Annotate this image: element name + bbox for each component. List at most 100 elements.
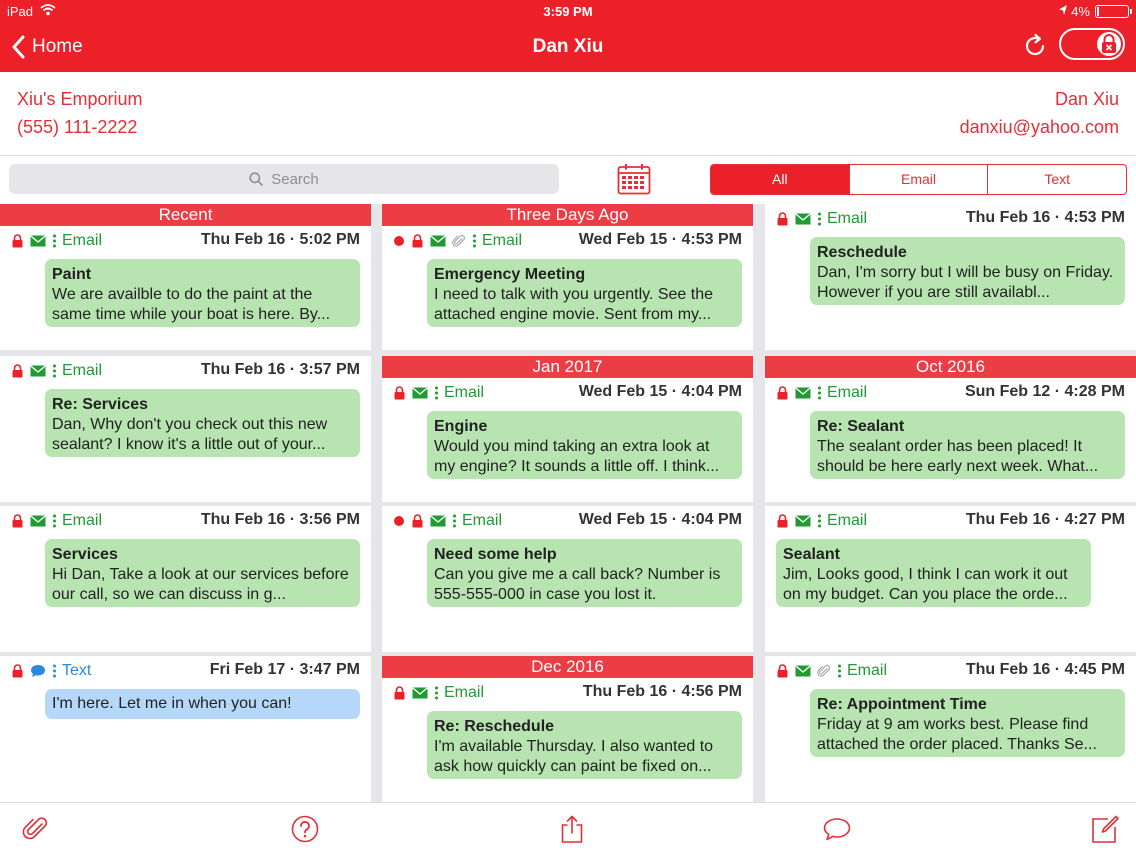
message-card[interactable]: Dec 2016 Email Thu Feb 16 · 4:56 PM Re: Res…	[382, 656, 753, 802]
bottom-toolbar	[0, 802, 1136, 852]
text-message-bubble[interactable]: I'm here. Let me in when you can!	[45, 689, 360, 719]
section-header: Jan 2017	[382, 356, 753, 378]
battery-percent: 4%	[1071, 4, 1090, 19]
paperclip-icon[interactable]	[22, 815, 50, 843]
lock-icon	[1102, 34, 1116, 53]
search-input[interactable]: Search	[9, 164, 559, 194]
lock-icon	[12, 514, 23, 528]
message-type-label: Email	[462, 512, 503, 529]
email-subject: Need some help	[434, 546, 557, 563]
message-meta: Email Wed Feb 15 · 4:04 PM	[382, 506, 753, 536]
message-type-label: Text	[62, 662, 92, 679]
lock-icon	[394, 686, 405, 700]
email-preview-bubble[interactable]: Need some help Can you give me a call bac…	[427, 539, 742, 607]
envelope-icon	[795, 213, 811, 225]
message-card[interactable]: Jan 2017 Email Wed Feb 15 · 4:04 PM Engine W…	[382, 356, 753, 502]
contact-phone[interactable]: (555) 111-2222	[17, 117, 137, 138]
paperclip-icon	[452, 234, 466, 247]
paperclip-icon	[817, 664, 831, 677]
envelope-icon	[795, 665, 811, 677]
section-header: Recent	[0, 204, 371, 226]
email-preview: Hi Dan, Take a look at our services befo…	[52, 566, 349, 603]
message-meta: Email Thu Feb 16 · 3:56 PM	[0, 506, 371, 536]
message-status-icons: Email	[776, 662, 887, 680]
filter-text-tab[interactable]: Text	[987, 165, 1126, 194]
help-icon[interactable]	[291, 815, 319, 843]
email-preview-bubble[interactable]: Reschedule Dan, I'm sorry but I will be b…	[810, 237, 1125, 305]
message-card[interactable]: Email Thu Feb 16 · 3:56 PM Services Hi Dan,…	[0, 506, 371, 652]
email-subject: Re: Services	[52, 396, 149, 413]
message-card[interactable]: Text Fri Feb 17 · 3:47 PM I'm here. Let me…	[0, 656, 371, 802]
email-preview-bubble[interactable]: Re: Reschedule I'm available Thursday. I …	[427, 711, 742, 779]
message-card[interactable]: Recent Email Thu Feb 16 · 5:02 PM Paint We a…	[0, 204, 371, 350]
contact-email[interactable]: danxiu@yahoo.com	[960, 117, 1119, 138]
share-icon[interactable]	[558, 815, 586, 843]
message-date: Thu Feb 16 · 4:27 PM	[965, 511, 1125, 528]
email-preview-bubble[interactable]: Re: Appointment Time Friday at 9 am works…	[810, 689, 1125, 757]
filter-email-tab[interactable]: Email	[848, 165, 988, 194]
message-card[interactable]: Three Days Ago Email Wed Feb 15 · 4:53 PM E…	[382, 204, 753, 350]
email-preview-bubble[interactable]: Paint We are availble to do the paint at …	[45, 259, 360, 327]
message-status-icons: Email	[393, 512, 502, 530]
email-preview-bubble[interactable]: Re: Services Dan, Why don't you check out…	[45, 389, 360, 457]
column-2: Three Days Ago Email Wed Feb 15 · 4:53 PM E…	[382, 204, 753, 802]
unread-dot-icon	[394, 236, 404, 246]
message-meta: Email Thu Feb 16 · 3:57 PM	[0, 356, 371, 386]
message-type-label: Email	[827, 512, 868, 529]
message-type-label: Email	[62, 232, 103, 249]
message-card[interactable]: Email Thu Feb 16 · 4:27 PM Sealant Jim, Loo…	[765, 506, 1136, 652]
refresh-icon[interactable]	[1022, 33, 1048, 59]
message-date: Thu Feb 16 · 4:45 PM	[965, 661, 1125, 678]
message-date: Thu Feb 16 · 4:56 PM	[582, 683, 742, 700]
more-vertical-icon	[818, 212, 821, 226]
filter-all-tab[interactable]: All	[711, 165, 849, 194]
email-preview-bubble[interactable]: Re: Sealant The sealant order has been pl…	[810, 411, 1125, 479]
more-vertical-icon	[818, 386, 821, 400]
lock-toggle[interactable]	[1059, 28, 1125, 60]
email-preview: Friday at 9 am works best. Please find a…	[817, 716, 1097, 753]
contact-company[interactable]: Xiu's Emporium	[17, 89, 142, 110]
message-status-icons: Email	[393, 232, 522, 250]
email-preview-bubble[interactable]: Engine Would you mind taking an extra loo…	[427, 411, 742, 479]
message-type-label: Email	[62, 512, 103, 529]
search-placeholder: Search	[271, 170, 319, 188]
message-meta: Email Wed Feb 15 · 4:53 PM	[382, 226, 753, 256]
chat-bubble-icon[interactable]	[823, 815, 851, 843]
message-date: Thu Feb 16 · 3:57 PM	[200, 361, 360, 378]
compose-icon[interactable]	[1091, 815, 1119, 843]
message-grid: Recent Email Thu Feb 16 · 5:02 PM Paint We a…	[0, 204, 1136, 802]
message-card[interactable]: Email Thu Feb 16 · 4:53 PM Reschedule Dan, …	[765, 204, 1136, 350]
envelope-icon	[30, 515, 46, 527]
lock-icon	[12, 364, 23, 378]
more-vertical-icon	[838, 664, 841, 678]
column-3: Email Thu Feb 16 · 4:53 PM Reschedule Dan, …	[765, 204, 1136, 802]
message-card[interactable]: Email Thu Feb 16 · 3:57 PM Re: Services Dan…	[0, 356, 371, 502]
message-status-icons: Email	[776, 512, 867, 530]
message-card[interactable]: Oct 2016 Email Sun Feb 12 · 4:28 PM Re: Sea…	[765, 356, 1136, 502]
navigation-bar: iPad 3:59 PM 4% Home Dan Xiu	[0, 0, 1136, 72]
email-preview: Jim, Looks good, I think I can work it o…	[783, 566, 1068, 603]
email-preview-bubble[interactable]: Services Hi Dan, Take a look at our servi…	[45, 539, 360, 607]
column-1: Recent Email Thu Feb 16 · 5:02 PM Paint We a…	[0, 204, 371, 802]
more-vertical-icon	[435, 386, 438, 400]
lock-icon	[412, 234, 423, 248]
contact-name[interactable]: Dan Xiu	[1055, 89, 1119, 110]
calendar-icon[interactable]	[617, 163, 651, 195]
lock-icon	[777, 386, 788, 400]
message-meta: Email Wed Feb 15 · 4:04 PM	[382, 378, 753, 408]
envelope-icon	[430, 235, 446, 247]
email-preview-bubble[interactable]: Sealant Jim, Looks good, I think I can wo…	[776, 539, 1091, 607]
message-card[interactable]: Email Thu Feb 16 · 4:45 PM Re: Appointment…	[765, 656, 1136, 802]
message-type-label: Email	[827, 384, 868, 401]
message-date: Wed Feb 15 · 4:53 PM	[578, 231, 742, 248]
lock-icon	[394, 386, 405, 400]
email-preview: We are availble to do the paint at the s…	[52, 286, 331, 323]
email-subject: Sealant	[783, 546, 840, 563]
email-subject: Emergency Meeting	[434, 266, 586, 283]
email-preview: Dan, Why don't you check out this new se…	[52, 416, 328, 453]
email-preview-bubble[interactable]: Emergency Meeting I need to talk with you…	[427, 259, 742, 327]
message-status-icons: Email	[11, 362, 102, 380]
location-arrow-icon	[1059, 5, 1067, 15]
message-card[interactable]: Email Wed Feb 15 · 4:04 PM Need some help C…	[382, 506, 753, 652]
unread-dot-icon	[394, 516, 404, 526]
